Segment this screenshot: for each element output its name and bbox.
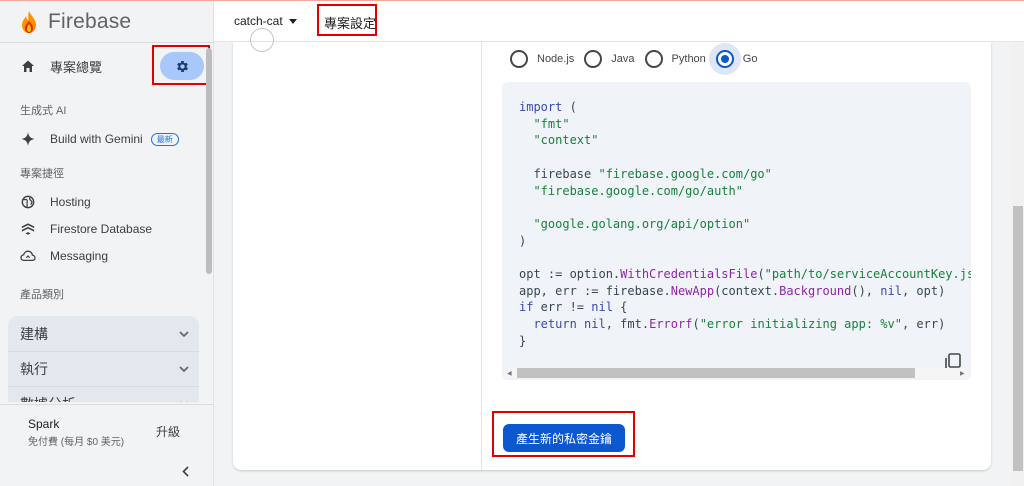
- page-title: 專案設定: [324, 16, 377, 31]
- sidebar-divider: [0, 42, 214, 43]
- radio-label: Go: [742, 53, 758, 65]
- sidebar-item-firestore-database[interactable]: Firestore Database: [0, 216, 210, 242]
- sidebar-item-messaging[interactable]: Messaging: [0, 243, 210, 269]
- category-run[interactable]: 執行: [8, 351, 199, 386]
- scrollbar-thumb[interactable]: [517, 368, 915, 378]
- sidebar-item-build-with-gemini[interactable]: Build with Gemini 最新: [0, 126, 210, 152]
- card-divider: [481, 42, 482, 470]
- radio-button[interactable]: [644, 50, 663, 68]
- sdk-language-radio-group: Node.js Java Python Go: [510, 46, 767, 72]
- top-bar: catch-cat 專案設定: [214, 0, 1024, 42]
- sidebar-item-hosting[interactable]: Hosting: [0, 189, 210, 215]
- firebase-logo-icon: [22, 11, 36, 33]
- section-label-categories: 產品類別: [20, 289, 64, 301]
- generate-private-key-button[interactable]: 產生新的私密金鑰: [503, 424, 625, 452]
- code-text[interactable]: import ( "fmt" "context" firebase "fireb…: [519, 99, 971, 350]
- sidebar-item-label: Build with Gemini: [50, 132, 143, 146]
- radio-go[interactable]: Go: [715, 50, 758, 68]
- step-indicator: [250, 28, 274, 52]
- project-overview-label: 專案總覽: [50, 59, 103, 75]
- service-account-card: Node.js Java Python Go import ( "fmt" "c…: [233, 28, 991, 470]
- sidebar-scrollbar[interactable]: [206, 48, 212, 274]
- window-top-border: [0, 0, 1024, 1]
- category-build[interactable]: 建構: [8, 316, 199, 351]
- radio-button-selected[interactable]: [715, 50, 734, 68]
- scroll-right-icon[interactable]: ▶: [960, 370, 965, 377]
- brand-name: Firebase: [48, 10, 132, 33]
- chevron-left-icon: [181, 465, 189, 477]
- chevron-down-icon: [179, 330, 189, 337]
- plan-description: 免付費 (每月 $0 美元): [28, 437, 125, 448]
- sparkle-icon: [20, 131, 36, 147]
- brand[interactable]: Firebase: [20, 8, 131, 36]
- page-scrollbar-thumb[interactable]: [1013, 206, 1023, 471]
- radio-label: Java: [611, 53, 635, 65]
- section-label-genai: 生成式 AI: [20, 105, 67, 117]
- radio-button[interactable]: [584, 50, 603, 68]
- radio-label: Python: [671, 53, 706, 65]
- project-selector[interactable]: catch-cat: [234, 14, 297, 28]
- chevron-down-icon: [179, 366, 189, 372]
- firestore-icon: [20, 221, 36, 237]
- radio-python[interactable]: Python: [644, 50, 706, 68]
- globe-icon: [20, 194, 36, 210]
- chevron-down-icon: [180, 401, 188, 402]
- scroll-left-icon[interactable]: ◀: [507, 370, 512, 377]
- code-horizontal-scrollbar[interactable]: ◀ ▶: [505, 368, 968, 378]
- sidebar-item-label: Hosting: [50, 195, 91, 209]
- category-label: 數據分析: [20, 394, 76, 402]
- sidebar-item-label: Firestore Database: [50, 222, 153, 236]
- gear-icon: [176, 60, 188, 72]
- plan-name: Spark: [28, 417, 60, 431]
- radio-java[interactable]: Java: [584, 50, 635, 68]
- radio-nodejs[interactable]: Node.js: [510, 50, 574, 68]
- page-scrollbar[interactable]: [1012, 42, 1024, 486]
- home-icon: [22, 60, 34, 72]
- product-categories-panel: 建構 執行 數據分析: [8, 316, 199, 402]
- sidebar-item-label: Messaging: [50, 249, 109, 263]
- radio-label: Node.js: [537, 53, 575, 65]
- project-name: catch-cat: [234, 14, 283, 28]
- caret-down-icon: [288, 18, 297, 24]
- category-label: 執行: [20, 361, 48, 377]
- collapse-sidebar-button[interactable]: [176, 462, 194, 480]
- category-analytics[interactable]: 數據分析: [8, 386, 199, 402]
- code-snippet: import ( "fmt" "context" firebase "fireb…: [502, 82, 971, 380]
- upgrade-button[interactable]: 升級: [156, 423, 180, 440]
- section-label-shortcuts: 專案捷徑: [20, 168, 64, 180]
- category-label: 建構: [20, 325, 48, 342]
- plan-section: Spark 免付費 (每月 $0 美元) 升級: [0, 404, 214, 456]
- new-badge: 最新: [150, 132, 179, 146]
- project-settings-button[interactable]: [160, 52, 204, 80]
- sidebar: Firebase 專案總覽 生成式 AI Build with Gemini 最…: [0, 0, 214, 486]
- cloud-sync-icon: [20, 248, 36, 264]
- radio-button[interactable]: [510, 50, 528, 68]
